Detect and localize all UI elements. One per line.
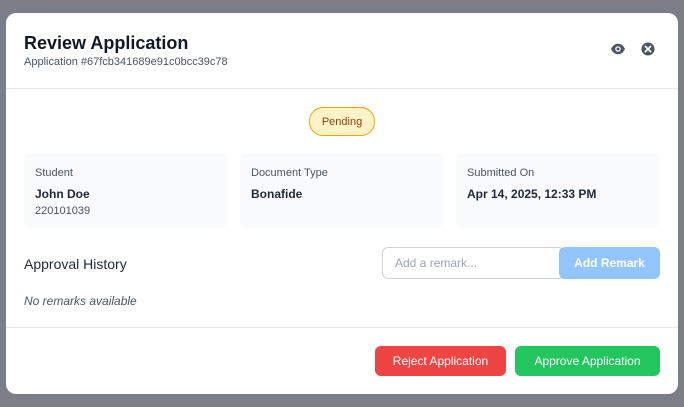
status-badge: Pending <box>309 107 375 136</box>
submitted-on-label: Submitted On <box>467 167 535 179</box>
application-id: Application #67fcb341689e91c0bcc39c78 <box>24 56 228 68</box>
close-icon[interactable] <box>640 41 656 57</box>
submitted-on-value: Apr 14, 2025, 12:33 PM <box>467 187 597 201</box>
document-type-value: Bonafide <box>251 187 303 201</box>
review-application-modal: Review Application Application #67fcb341… <box>6 13 678 394</box>
document-type-card: Document Type Bonafide <box>240 154 443 228</box>
approval-history-title: Approval History <box>24 256 127 272</box>
student-name: John Doe <box>35 187 90 201</box>
student-id: 220101039 <box>35 205 91 217</box>
add-remark-button[interactable]: Add Remark <box>559 247 660 279</box>
eye-icon[interactable] <box>610 41 626 57</box>
reject-application-button[interactable]: Reject Application <box>375 346 506 376</box>
footer-divider <box>6 327 678 328</box>
page-title: Review Application <box>24 33 189 53</box>
remark-input[interactable] <box>382 247 565 279</box>
approve-application-button[interactable]: Approve Application <box>515 346 660 376</box>
student-card: Student John Doe 220101039 <box>24 154 227 228</box>
student-label: Student <box>35 167 73 179</box>
document-type-label: Document Type <box>251 167 328 179</box>
submitted-on-card: Submitted On Apr 14, 2025, 12:33 PM <box>456 154 659 228</box>
no-remarks-text: No remarks available <box>24 294 137 308</box>
modal-header: Review Application Application #67fcb341… <box>6 13 678 89</box>
